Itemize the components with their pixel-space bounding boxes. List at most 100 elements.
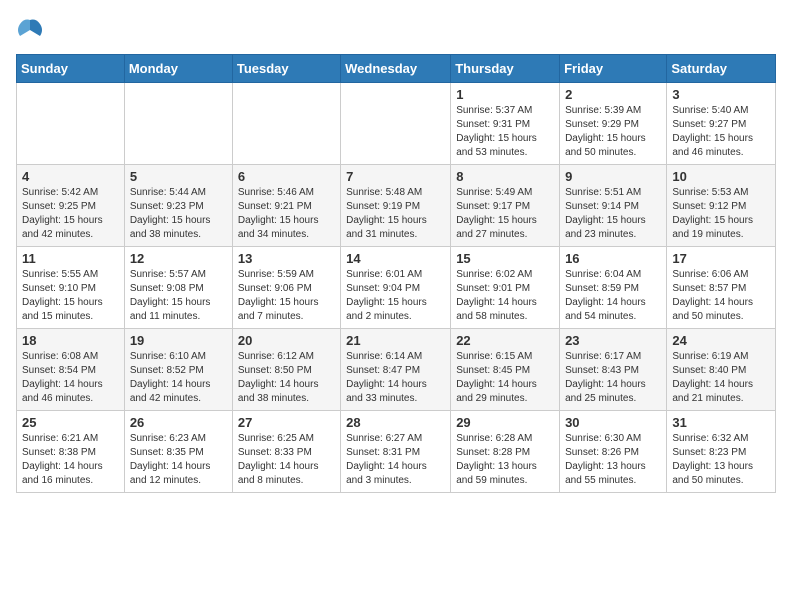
calendar-cell: 14 Sunrise: 6:01 AM Sunset: 9:04 PM Dayli… [341, 247, 451, 329]
day-number: 18 [22, 333, 119, 348]
calendar-cell: 22Sunrise: 6:15 AM Sunset: 8:45 PM Dayli… [451, 329, 560, 411]
day-info: Sunrise: 5:44 AM Sunset: 9:23 PM Dayligh… [130, 186, 227, 242]
calendar-cell: 7 Sunrise: 5:48 AM Sunset: 9:19 PM Daylig… [341, 165, 451, 247]
day-number: 3 [672, 87, 770, 102]
calendar-cell: 11 Sunrise: 5:55 AM Sunset: 9:10 PM Dayli… [17, 247, 125, 329]
day-info: Sunrise: 6:25 AM Sunset: 8:33 PM Dayligh… [238, 432, 335, 488]
day-of-week-header: Saturday [667, 55, 776, 83]
calendar-header-row: SundayMondayTuesdayWednesdayThursdayFrid… [17, 55, 776, 83]
day-number: 4 [22, 169, 119, 184]
day-number: 31 [672, 415, 770, 430]
day-info: Sunrise: 5:51 AM Sunset: 9:14 PM Dayligh… [565, 186, 661, 242]
day-number: 25 [22, 415, 119, 430]
calendar-cell: 23 Sunrise: 6:17 AM Sunset: 8:43 PM Dayli… [560, 329, 667, 411]
day-number: 21 [346, 333, 445, 348]
calendar-week-row: 11 Sunrise: 5:55 AM Sunset: 9:10 PM Dayli… [17, 247, 776, 329]
calendar-cell: 18 Sunrise: 6:08 AM Sunset: 8:54 PM Dayli… [17, 329, 125, 411]
day-info: Sunrise: 5:37 AM Sunset: 9:31 PM Dayligh… [456, 104, 554, 160]
day-info: Sunrise: 6:01 AM Sunset: 9:04 PM Dayligh… [346, 268, 445, 324]
day-number: 9 [565, 169, 661, 184]
calendar-cell: 12 Sunrise: 5:57 AM Sunset: 9:08 PM Dayli… [124, 247, 232, 329]
calendar-week-row: 1 Sunrise: 5:37 AM Sunset: 9:31 PM Daylig… [17, 83, 776, 165]
calendar-week-row: 18 Sunrise: 6:08 AM Sunset: 8:54 PM Dayli… [17, 329, 776, 411]
calendar-cell: 15 Sunrise: 6:02 AM Sunset: 9:01 PM Dayli… [451, 247, 560, 329]
calendar-cell: 13 Sunrise: 5:59 AM Sunset: 9:06 PM Dayli… [232, 247, 340, 329]
day-info: Sunrise: 5:55 AM Sunset: 9:10 PM Dayligh… [22, 268, 119, 324]
day-info: Sunrise: 6:06 AM Sunset: 8:57 PM Dayligh… [672, 268, 770, 324]
day-number: 30 [565, 415, 661, 430]
day-info: Sunrise: 5:46 AM Sunset: 9:21 PM Dayligh… [238, 186, 335, 242]
day-info: Sunrise: 6:30 AM Sunset: 8:26 PM Dayligh… [565, 432, 661, 488]
logo-icon [16, 16, 44, 44]
calendar-cell: 6 Sunrise: 5:46 AM Sunset: 9:21 PM Daylig… [232, 165, 340, 247]
day-info: Sunrise: 5:42 AM Sunset: 9:25 PM Dayligh… [22, 186, 119, 242]
day-number: 14 [346, 251, 445, 266]
calendar-cell: 8Sunrise: 5:49 AM Sunset: 9:17 PM Daylig… [451, 165, 560, 247]
day-number: 11 [22, 251, 119, 266]
calendar-table: SundayMondayTuesdayWednesdayThursdayFrid… [16, 54, 776, 493]
day-of-week-header: Sunday [17, 55, 125, 83]
day-info: Sunrise: 6:21 AM Sunset: 8:38 PM Dayligh… [22, 432, 119, 488]
day-info: Sunrise: 5:57 AM Sunset: 9:08 PM Dayligh… [130, 268, 227, 324]
day-info: Sunrise: 6:23 AM Sunset: 8:35 PM Dayligh… [130, 432, 227, 488]
day-number: 1 [456, 87, 554, 102]
calendar-cell: 25 Sunrise: 6:21 AM Sunset: 8:38 PM Dayli… [17, 411, 125, 493]
day-number: 16 [565, 251, 661, 266]
calendar-cell: 28Sunrise: 6:27 AM Sunset: 8:31 PM Dayli… [341, 411, 451, 493]
day-number: 8 [456, 169, 554, 184]
day-info: Sunrise: 6:14 AM Sunset: 8:47 PM Dayligh… [346, 350, 445, 406]
day-info: Sunrise: 6:08 AM Sunset: 8:54 PM Dayligh… [22, 350, 119, 406]
logo [16, 16, 48, 44]
calendar-cell: 10Sunrise: 5:53 AM Sunset: 9:12 PM Dayli… [667, 165, 776, 247]
day-number: 19 [130, 333, 227, 348]
day-of-week-header: Tuesday [232, 55, 340, 83]
calendar-cell: 21 Sunrise: 6:14 AM Sunset: 8:47 PM Dayli… [341, 329, 451, 411]
calendar-cell: 20 Sunrise: 6:12 AM Sunset: 8:50 PM Dayli… [232, 329, 340, 411]
calendar-cell: 31 Sunrise: 6:32 AM Sunset: 8:23 PM Dayli… [667, 411, 776, 493]
day-number: 23 [565, 333, 661, 348]
day-info: Sunrise: 6:15 AM Sunset: 8:45 PM Dayligh… [456, 350, 554, 406]
day-number: 7 [346, 169, 445, 184]
calendar-cell: 1 Sunrise: 5:37 AM Sunset: 9:31 PM Daylig… [451, 83, 560, 165]
day-number: 13 [238, 251, 335, 266]
calendar-cell [124, 83, 232, 165]
day-number: 17 [672, 251, 770, 266]
calendar-cell: 27 Sunrise: 6:25 AM Sunset: 8:33 PM Dayli… [232, 411, 340, 493]
day-info: Sunrise: 5:40 AM Sunset: 9:27 PM Dayligh… [672, 104, 770, 160]
calendar-cell: 16 Sunrise: 6:04 AM Sunset: 8:59 PM Dayli… [560, 247, 667, 329]
page-header [16, 16, 776, 44]
day-of-week-header: Monday [124, 55, 232, 83]
calendar-cell: 3 Sunrise: 5:40 AM Sunset: 9:27 PM Daylig… [667, 83, 776, 165]
day-number: 15 [456, 251, 554, 266]
calendar-cell: 5 Sunrise: 5:44 AM Sunset: 9:23 PM Daylig… [124, 165, 232, 247]
day-info: Sunrise: 6:19 AM Sunset: 8:40 PM Dayligh… [672, 350, 770, 406]
calendar-cell [17, 83, 125, 165]
day-number: 5 [130, 169, 227, 184]
calendar-cell: 9 Sunrise: 5:51 AM Sunset: 9:14 PM Daylig… [560, 165, 667, 247]
day-info: Sunrise: 5:48 AM Sunset: 9:19 PM Dayligh… [346, 186, 445, 242]
day-number: 20 [238, 333, 335, 348]
day-info: Sunrise: 6:17 AM Sunset: 8:43 PM Dayligh… [565, 350, 661, 406]
day-info: Sunrise: 6:27 AM Sunset: 8:31 PM Dayligh… [346, 432, 445, 488]
day-info: Sunrise: 6:02 AM Sunset: 9:01 PM Dayligh… [456, 268, 554, 324]
calendar-cell: 17 Sunrise: 6:06 AM Sunset: 8:57 PM Dayli… [667, 247, 776, 329]
calendar-cell: 2 Sunrise: 5:39 AM Sunset: 9:29 PM Daylig… [560, 83, 667, 165]
calendar-cell: 29Sunrise: 6:28 AM Sunset: 8:28 PM Dayli… [451, 411, 560, 493]
day-info: Sunrise: 5:39 AM Sunset: 9:29 PM Dayligh… [565, 104, 661, 160]
day-number: 6 [238, 169, 335, 184]
day-number: 12 [130, 251, 227, 266]
day-number: 27 [238, 415, 335, 430]
day-number: 2 [565, 87, 661, 102]
day-of-week-header: Friday [560, 55, 667, 83]
day-info: Sunrise: 6:04 AM Sunset: 8:59 PM Dayligh… [565, 268, 661, 324]
day-info: Sunrise: 5:59 AM Sunset: 9:06 PM Dayligh… [238, 268, 335, 324]
day-number: 10 [672, 169, 770, 184]
day-info: Sunrise: 6:12 AM Sunset: 8:50 PM Dayligh… [238, 350, 335, 406]
day-info: Sunrise: 6:32 AM Sunset: 8:23 PM Dayligh… [672, 432, 770, 488]
calendar-week-row: 25 Sunrise: 6:21 AM Sunset: 8:38 PM Dayli… [17, 411, 776, 493]
calendar-cell [232, 83, 340, 165]
day-number: 26 [130, 415, 227, 430]
calendar-cell: 30 Sunrise: 6:30 AM Sunset: 8:26 PM Dayli… [560, 411, 667, 493]
calendar-cell: 4 Sunrise: 5:42 AM Sunset: 9:25 PM Daylig… [17, 165, 125, 247]
calendar-cell: 24Sunrise: 6:19 AM Sunset: 8:40 PM Dayli… [667, 329, 776, 411]
